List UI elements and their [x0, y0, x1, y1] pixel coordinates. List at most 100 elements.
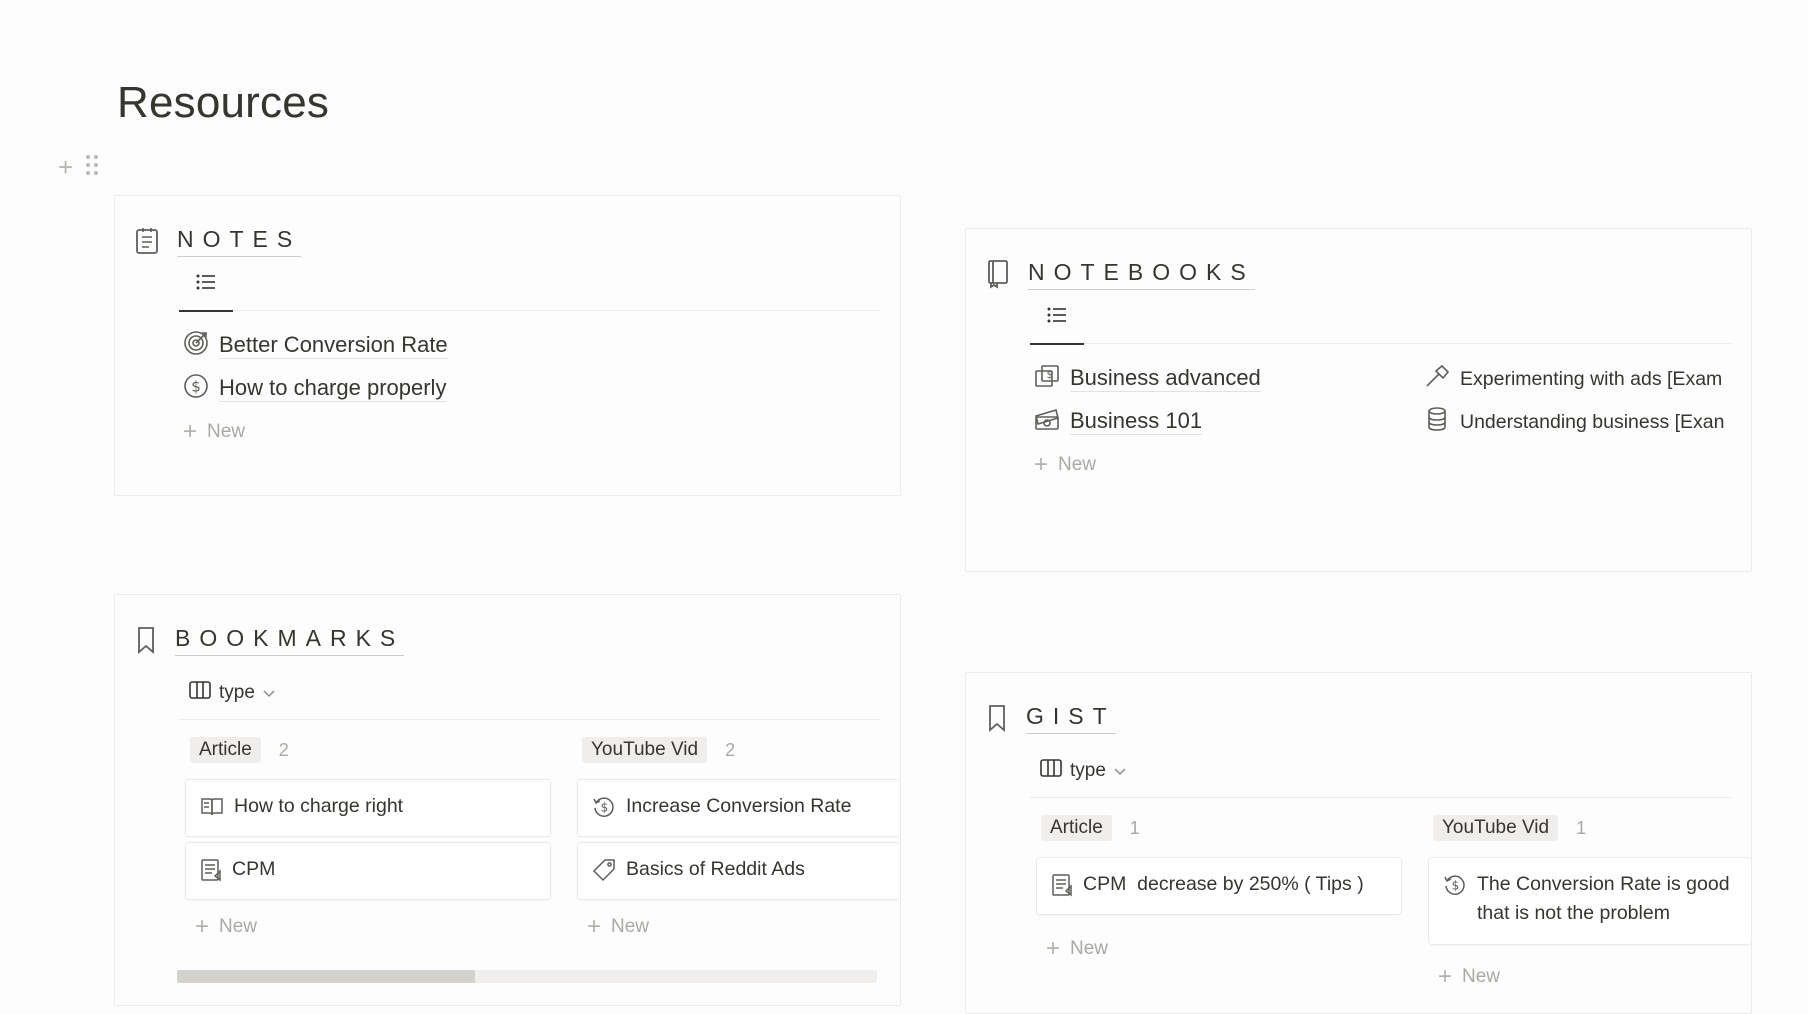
new-card-button[interactable]: + New	[1438, 955, 1500, 998]
card-title: CPM	[232, 858, 276, 880]
bookmarks-view-bar: type	[179, 667, 880, 720]
list-view-tab[interactable]	[1030, 291, 1084, 345]
item-label: Business 101	[1070, 408, 1203, 435]
gist-view-bar: type	[1030, 745, 1731, 798]
database-icon	[1424, 406, 1450, 438]
document-icon	[200, 858, 222, 891]
notepad-icon	[135, 227, 159, 255]
board-view-select[interactable]: type	[1040, 745, 1126, 797]
plus-icon: +	[1034, 450, 1049, 478]
group-tag: Article	[190, 737, 261, 763]
plus-icon: +	[587, 912, 602, 940]
gist-header: GIST	[986, 701, 1116, 734]
chevron-down-icon	[263, 682, 275, 704]
dollar-refresh-icon: $	[1443, 873, 1467, 906]
new-label: New	[611, 915, 650, 937]
board-card[interactable]: $ The Conversion Rate is good that is no…	[1428, 857, 1751, 945]
new-card-button[interactable]: + New	[587, 905, 649, 948]
bookmarks-header: BOOKMARKS	[135, 623, 405, 656]
gist-title[interactable]: GIST	[1026, 701, 1116, 734]
page-title: Resources	[117, 78, 330, 127]
notes-header: NOTES	[135, 224, 302, 257]
new-card-button[interactable]: + New	[195, 905, 257, 948]
add-block-icon[interactable]: +	[58, 150, 73, 184]
group-tag: YouTube Vid	[1433, 815, 1559, 841]
new-label: New	[219, 915, 258, 937]
board-view-select[interactable]: type	[189, 667, 275, 719]
cash-icon	[1034, 406, 1060, 438]
card-title: Basics of Reddit Ads	[626, 858, 805, 880]
scrollbar-thumb[interactable]	[177, 970, 475, 983]
plus-icon: +	[195, 912, 210, 940]
notebooks-header: NOTEBOOKS	[986, 257, 1255, 290]
board-card[interactable]: How to charge right	[185, 779, 551, 837]
svg-text:$: $	[191, 377, 201, 395]
card-title: The Conversion Rate is good that is not …	[1477, 873, 1730, 924]
list-item[interactable]: $ How to charge properly	[183, 367, 448, 410]
list-item[interactable]: Business 101	[1034, 400, 1261, 443]
svg-text:$: $	[1452, 879, 1460, 893]
document-icon	[1051, 873, 1073, 906]
card-title: Increase Conversion Rate	[626, 795, 852, 817]
notes-view-bar	[179, 258, 880, 312]
view-label: type	[219, 682, 255, 703]
notes-panel: NOTES Better Conversion Rate $ How to ch…	[114, 195, 901, 496]
group-header-article[interactable]: Article 2	[190, 737, 289, 763]
plus-icon: +	[1046, 934, 1061, 962]
notes-title[interactable]: NOTES	[177, 224, 302, 257]
board-card[interactable]: CPM decrease by 250% ( Tips )	[1036, 857, 1402, 915]
notebooks-view-bar	[1030, 291, 1731, 345]
board-icon	[1040, 759, 1062, 783]
new-item-button[interactable]: + New	[183, 410, 448, 453]
list-item[interactable]: Experimenting with ads [Exam	[1424, 357, 1731, 400]
dollar-circle-icon: $	[183, 373, 209, 405]
bookmarks-title[interactable]: BOOKMARKS	[175, 623, 405, 656]
new-card-button[interactable]: + New	[1046, 927, 1108, 970]
list-item[interactable]: $ Business advanced	[1034, 357, 1261, 400]
item-label: How to charge properly	[219, 375, 447, 402]
board-scrollbar[interactable]	[177, 970, 877, 983]
group-count: 2	[725, 739, 736, 760]
plus-icon: +	[1438, 962, 1453, 990]
svg-text:$: $	[1047, 368, 1054, 381]
svg-text:$: $	[601, 801, 609, 815]
group-header-article[interactable]: Article 1	[1041, 815, 1140, 841]
group-count: 1	[1129, 817, 1140, 838]
book-icon	[200, 795, 224, 826]
gist-panel: GIST type Article 1 YouTube Vid 1 CPM de…	[965, 672, 1752, 1014]
list-view-tab[interactable]	[179, 258, 233, 312]
board-card[interactable]: CPM	[185, 842, 551, 900]
item-label: Business advanced	[1070, 365, 1261, 392]
group-count: 2	[278, 739, 289, 760]
board-card[interactable]: Basics of Reddit Ads	[577, 842, 900, 900]
group-count: 1	[1576, 817, 1587, 838]
group-header-youtube[interactable]: YouTube Vid 2	[582, 737, 735, 763]
board-card[interactable]: $ Increase Conversion Rate	[577, 779, 900, 837]
card-title: CPM decrease by 250% ( Tips )	[1083, 873, 1364, 895]
list-icon	[196, 274, 216, 295]
tag-icon	[592, 858, 616, 891]
notebooks-panel: NOTEBOOKS $ Business advanced Business 1…	[965, 228, 1752, 572]
item-label: Experimenting with ads [Exam	[1460, 367, 1723, 390]
view-label: type	[1070, 760, 1106, 781]
money-icon: $	[1034, 363, 1060, 395]
notes-list: Better Conversion Rate $ How to charge p…	[183, 324, 448, 453]
group-header-youtube[interactable]: YouTube Vid 1	[1433, 815, 1586, 841]
list-item[interactable]: Better Conversion Rate	[183, 324, 448, 367]
block-handle: +	[58, 150, 99, 184]
new-label: New	[207, 420, 246, 442]
item-label: Understanding business [Exan	[1460, 410, 1725, 433]
notebooks-title[interactable]: NOTEBOOKS	[1028, 257, 1255, 290]
drag-handle-icon[interactable]	[85, 150, 99, 184]
target-icon	[183, 330, 209, 362]
group-tag: YouTube Vid	[582, 737, 708, 763]
bookmark-icon	[135, 625, 157, 655]
new-item-button[interactable]: + New	[1034, 443, 1261, 486]
chevron-down-icon	[1114, 760, 1126, 782]
list-icon	[1047, 307, 1067, 328]
list-item[interactable]: Understanding business [Exan	[1424, 400, 1731, 443]
bookmark-icon	[986, 703, 1008, 733]
item-label: Better Conversion Rate	[219, 332, 448, 359]
notebook-icon	[986, 259, 1010, 289]
board-icon	[189, 681, 211, 705]
